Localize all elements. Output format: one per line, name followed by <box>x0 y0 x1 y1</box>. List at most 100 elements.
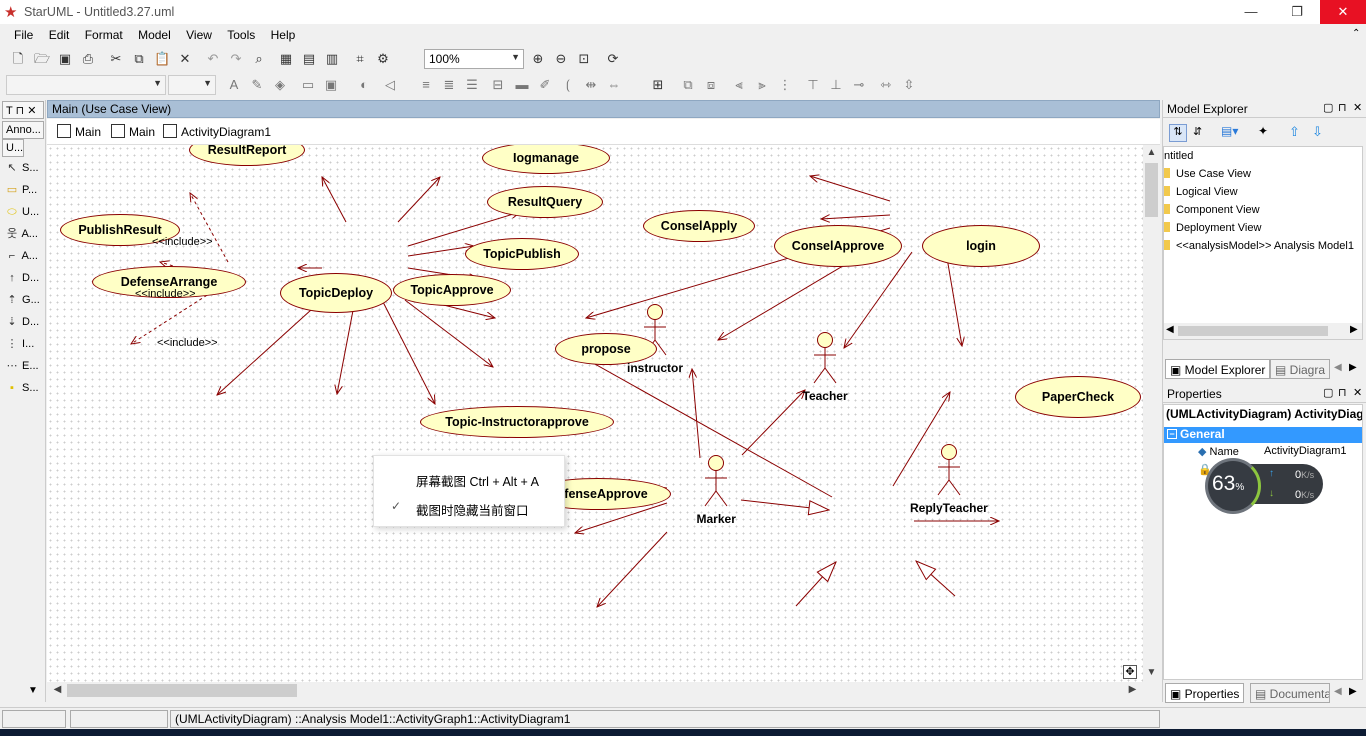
usecase-login[interactable]: login <box>922 225 1040 267</box>
font-combo[interactable]: ▼ <box>6 75 166 95</box>
tab-prev-icon[interactable]: ◀ <box>1334 362 1342 373</box>
cut-icon[interactable]: ✂ <box>108 51 124 67</box>
horizontal-scrollbar[interactable]: ◀ ▶ <box>47 682 1143 699</box>
vertical-scroll-thumb[interactable] <box>1145 163 1158 217</box>
diagram-canvas[interactable]: CollectResultdatamanagestudentmanageteac… <box>47 145 1143 682</box>
association-line[interactable] <box>597 531 668 607</box>
find-icon[interactable]: ⌕ <box>251 51 267 67</box>
palette-item[interactable]: ⌐ A... <box>5 246 38 266</box>
move-down-icon[interactable]: ⇩ <box>1312 124 1323 140</box>
tab-prev-icon[interactable]: ◀ <box>1334 686 1342 697</box>
zoom-combo[interactable]: 100% ▼ <box>424 49 524 69</box>
navigator-icon[interactable]: ✥ <box>1123 665 1137 679</box>
menu-view[interactable]: View <box>180 24 218 42</box>
style-icon[interactable]: ▭ <box>300 77 316 93</box>
tab-activity-diagram[interactable]: ActivityDiagram1 <box>163 124 271 139</box>
refresh-icon[interactable]: ⟳ <box>605 51 621 67</box>
tab-model-explorer[interactable]: ▣ Model Explorer <box>1165 359 1271 379</box>
menu-tools[interactable]: Tools <box>221 24 261 42</box>
usecase-topicapprove[interactable]: TopicApprove <box>393 274 511 306</box>
open-icon[interactable]: 🗁 <box>34 51 50 67</box>
scroll-up-icon[interactable]: ▲ <box>1143 147 1160 158</box>
pin-icon[interactable]: ⊓ <box>1338 386 1347 399</box>
line-style-icon[interactable]: ▣ <box>323 77 339 93</box>
palette-item[interactable]: 웃 A... <box>5 224 38 244</box>
font-icon[interactable]: A <box>226 77 242 93</box>
scroll-right-icon[interactable]: ▶ <box>1124 684 1141 695</box>
annotation-tab[interactable]: Anno... <box>2 121 44 139</box>
undo-icon[interactable]: ↶ <box>205 51 221 67</box>
generalization-line[interactable] <box>740 499 829 510</box>
diagram-icon[interactable]: ▦ <box>278 51 294 67</box>
menu-edit[interactable]: Edit <box>43 24 76 42</box>
align-icon[interactable]: ⇹ <box>583 77 599 93</box>
usecase-topicpublish[interactable]: TopicPublish <box>465 238 579 270</box>
fit-icon[interactable]: ⊡ <box>576 51 592 67</box>
fill-color-icon[interactable]: ◈ <box>272 77 288 93</box>
menu-model[interactable]: Model <box>132 24 177 42</box>
delete-icon[interactable]: ✕ <box>177 51 193 67</box>
palette-scroll-down-icon[interactable]: ▼ <box>28 685 38 696</box>
line-color-icon[interactable]: ✎ <box>249 77 265 93</box>
font-size-combo[interactable]: ▼ <box>168 75 216 95</box>
association-line[interactable] <box>381 299 435 404</box>
maximize-button[interactable]: ❐ <box>1274 0 1320 24</box>
tree-item-use-case-view[interactable]: Use Case View <box>1164 168 1251 180</box>
include-line[interactable] <box>190 193 229 263</box>
paste-icon[interactable]: 📋 <box>154 51 170 67</box>
sort-type-icon[interactable]: ⇵ <box>1193 125 1202 138</box>
float-icon[interactable]: ▢ <box>1323 386 1333 399</box>
association-line[interactable] <box>397 177 440 223</box>
usecase-topicdeploy[interactable]: TopicDeploy <box>280 273 392 313</box>
close-button[interactable]: ✕ <box>1320 0 1366 24</box>
align-middle-icon[interactable]: ⊸ <box>851 77 867 93</box>
minimize-button[interactable]: — <box>1228 0 1274 24</box>
generalization-line[interactable] <box>795 562 836 607</box>
menu-item-screenshot[interactable]: 屏幕截图 Ctrl + Alt + A <box>416 471 539 490</box>
tab-main-2[interactable]: Main <box>111 124 155 139</box>
hspace-icon[interactable]: ⇿ <box>878 77 894 93</box>
tab-documentation[interactable]: ▤ Documenta <box>1250 683 1330 703</box>
menu-format[interactable]: Format <box>79 24 129 42</box>
horizontal-scroll-thumb[interactable] <box>67 684 297 697</box>
association-line[interactable] <box>741 390 805 456</box>
scroll-down-icon[interactable]: ▼ <box>1143 667 1160 678</box>
new-icon[interactable]: 🗋 <box>10 51 26 67</box>
bracket-icon[interactable]: ⟮ <box>560 77 576 93</box>
tab-main-1[interactable]: Main <box>57 124 101 139</box>
palette-item[interactable]: ↖ S... <box>5 158 38 178</box>
vspace-icon[interactable]: ⇳ <box>901 77 917 93</box>
tree-item-logical-view[interactable]: Logical View <box>1164 186 1238 198</box>
front-icon[interactable]: ⧉ <box>680 77 696 93</box>
pin-icon[interactable]: ⊓ <box>1338 101 1347 114</box>
align-left-icon[interactable]: ⫷ <box>731 77 747 93</box>
palette-item[interactable]: ⋯ E... <box>5 356 39 376</box>
edit-icon[interactable]: ✐ <box>537 77 553 93</box>
close-panel-icon[interactable]: ✕ <box>1353 386 1362 399</box>
move-up-icon[interactable]: ⇧ <box>1289 124 1300 140</box>
print-icon[interactable]: ⎙ <box>80 51 96 67</box>
scroll-left-icon[interactable]: ◀ <box>1166 324 1174 335</box>
property-name-value[interactable]: ActivityDiagram1 <box>1264 445 1347 457</box>
association-line[interactable] <box>404 299 493 367</box>
copy-icon[interactable]: ⧉ <box>131 51 147 67</box>
usecase-papercheck[interactable]: PaperCheck <box>1015 376 1141 418</box>
xml-icon[interactable]: ⌗ <box>352 51 368 67</box>
usecase-conselapply[interactable]: ConselApply <box>643 210 755 242</box>
filter-icon[interactable]: ▤▾ <box>1221 124 1238 138</box>
menu-overflow-icon[interactable]: ⌃ <box>1352 28 1360 39</box>
menu-help[interactable]: Help <box>265 24 302 42</box>
tab-properties[interactable]: ▣ Properties <box>1165 683 1245 703</box>
suppress-icon[interactable]: ≡ <box>418 77 434 93</box>
align-center-icon[interactable]: ⋮ <box>777 77 793 93</box>
float-icon[interactable]: ▢ <box>1323 101 1333 114</box>
zoom-in-icon[interactable]: ⊕ <box>530 51 546 67</box>
network-speed-widget[interactable]: 63% ↑ ↓ 0K/s 0K/s <box>1205 458 1325 514</box>
generalization-line[interactable] <box>916 561 956 597</box>
align-right-icon[interactable]: ⫸ <box>754 77 770 93</box>
menu-file[interactable]: File <box>8 24 39 42</box>
save-icon[interactable]: ▣ <box>57 51 73 67</box>
scroll-right-icon[interactable]: ▶ <box>1350 324 1358 335</box>
tab-next-icon[interactable]: ▶ <box>1349 362 1357 373</box>
mark-icon[interactable]: ⊟ <box>490 77 506 93</box>
